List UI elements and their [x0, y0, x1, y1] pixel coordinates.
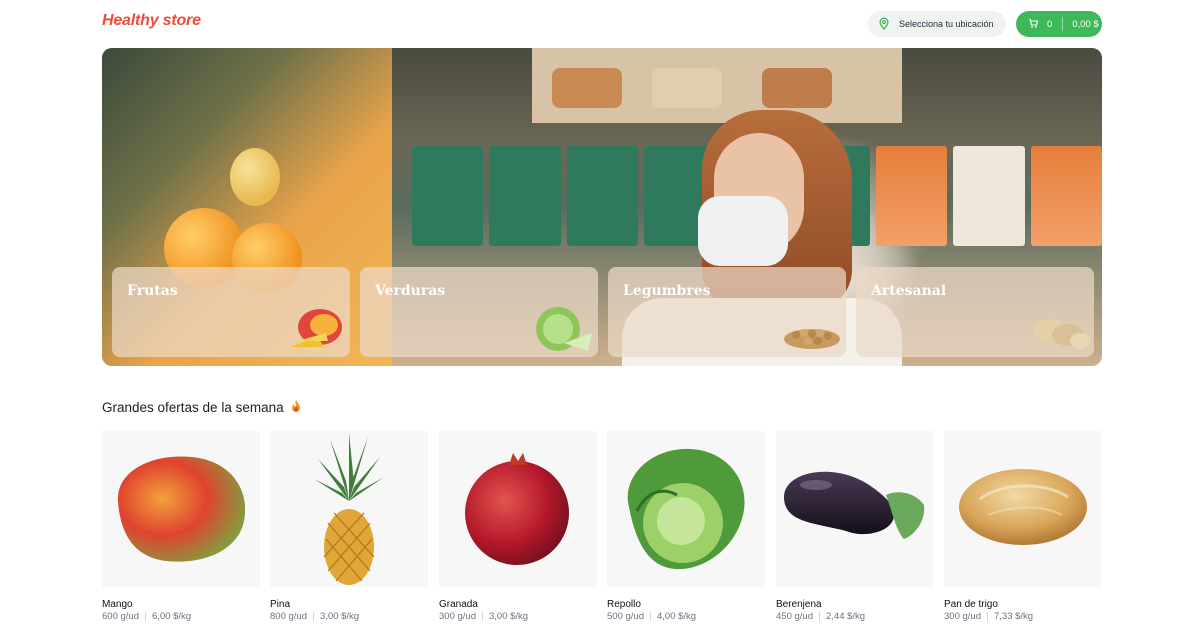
- category-card-verduras[interactable]: Verduras: [360, 267, 598, 357]
- product-name: Berenjena: [776, 599, 822, 610]
- mango-slice-icon: [290, 309, 342, 347]
- pomegranate-image: [465, 453, 569, 565]
- cabbage-image: [627, 448, 745, 570]
- meta-divider: [312, 612, 314, 621]
- category-label: Verduras: [375, 283, 446, 299]
- fire-icon: [290, 399, 302, 416]
- hero-shelf: [532, 48, 902, 123]
- product-price: 6,00 $/kg: [151, 611, 192, 622]
- section-title-text: Grandes ofertas de la semana: [102, 400, 284, 415]
- bread-image: [959, 469, 1087, 545]
- mango-image: [117, 456, 246, 562]
- cart-count: 0: [1047, 18, 1053, 30]
- hero-face-mask: [698, 196, 788, 266]
- meta-divider: [481, 612, 483, 621]
- logo[interactable]: Healthy store: [102, 12, 201, 30]
- product-meta: 500 g/ud 4,00 $/kg: [607, 611, 696, 622]
- product-price: 2,44 $/kg: [825, 611, 866, 622]
- hero-shelf-produce: [762, 68, 832, 108]
- meta-divider: [818, 612, 820, 621]
- product-card-pan-de-trigo[interactable]: [944, 431, 1102, 587]
- bread-icon: [1034, 319, 1090, 349]
- meta-divider: [649, 612, 651, 621]
- product-weight: 500 g/ud: [607, 611, 644, 622]
- product-price: 3,00 $/kg: [488, 611, 529, 622]
- product-name: Mango: [102, 599, 133, 610]
- hero-banner: Frutas Verduras Legumbres Artesanal: [102, 48, 1102, 366]
- product-weight: 450 g/ud: [776, 611, 813, 622]
- product-name: Pan de trigo: [944, 599, 998, 610]
- product-price: 4,00 $/kg: [656, 611, 697, 622]
- hero-shelf-produce: [552, 68, 622, 108]
- cart-total: 0,00 $: [1072, 18, 1099, 30]
- location-selector[interactable]: Selecciona tu ubicación: [868, 11, 1006, 37]
- chickpeas-icon: [784, 329, 840, 349]
- cart-icon: [1027, 17, 1039, 32]
- hero-shelf-produce: [652, 68, 722, 108]
- product-meta: 300 g/ud 7,33 $/kg: [944, 611, 1033, 622]
- product-meta: 600 g/ud 6,00 $/kg: [102, 611, 191, 622]
- product-meta: 300 g/ud 3,00 $/kg: [439, 611, 528, 622]
- product-weight: 800 g/ud: [270, 611, 307, 622]
- product-meta: 450 g/ud 2,44 $/kg: [776, 611, 865, 622]
- product-weight: 300 g/ud: [944, 611, 981, 622]
- product-card-granada[interactable]: [439, 431, 597, 587]
- meta-divider: [986, 612, 988, 621]
- product-price: 3,00 $/kg: [319, 611, 360, 622]
- category-card-frutas[interactable]: Frutas: [112, 267, 350, 357]
- location-pin-icon: [878, 17, 890, 32]
- category-card-legumbres[interactable]: Legumbres: [608, 267, 846, 357]
- location-label: Selecciona tu ubicación: [899, 19, 994, 29]
- product-weight: 600 g/ud: [102, 611, 139, 622]
- product-card-pina[interactable]: [270, 431, 428, 587]
- category-label: Frutas: [127, 283, 178, 299]
- eggplant-image: [784, 471, 925, 539]
- hero-lemon: [230, 148, 280, 206]
- product-name: Repollo: [607, 599, 641, 610]
- section-title: Grandes ofertas de la semana: [102, 399, 302, 416]
- category-label: Artesanal: [871, 283, 947, 299]
- product-meta: 800 g/ud 3,00 $/kg: [270, 611, 359, 622]
- cabbage-icon: [536, 307, 592, 351]
- category-label: Legumbres: [623, 283, 711, 299]
- product-card-berenjena[interactable]: [776, 431, 934, 587]
- product-price: 7,33 $/kg: [993, 611, 1034, 622]
- cart-divider: [1062, 17, 1064, 31]
- product-weight: 300 g/ud: [439, 611, 476, 622]
- product-card-repollo[interactable]: [607, 431, 765, 587]
- category-card-artesanal[interactable]: Artesanal: [856, 267, 1094, 357]
- pineapple-image: [314, 433, 384, 585]
- cart-button[interactable]: 0 0,00 $: [1016, 11, 1102, 37]
- product-name: Pina: [270, 599, 291, 610]
- meta-divider: [144, 612, 146, 621]
- product-name: Granada: [439, 599, 478, 610]
- product-card-mango[interactable]: [102, 431, 260, 587]
